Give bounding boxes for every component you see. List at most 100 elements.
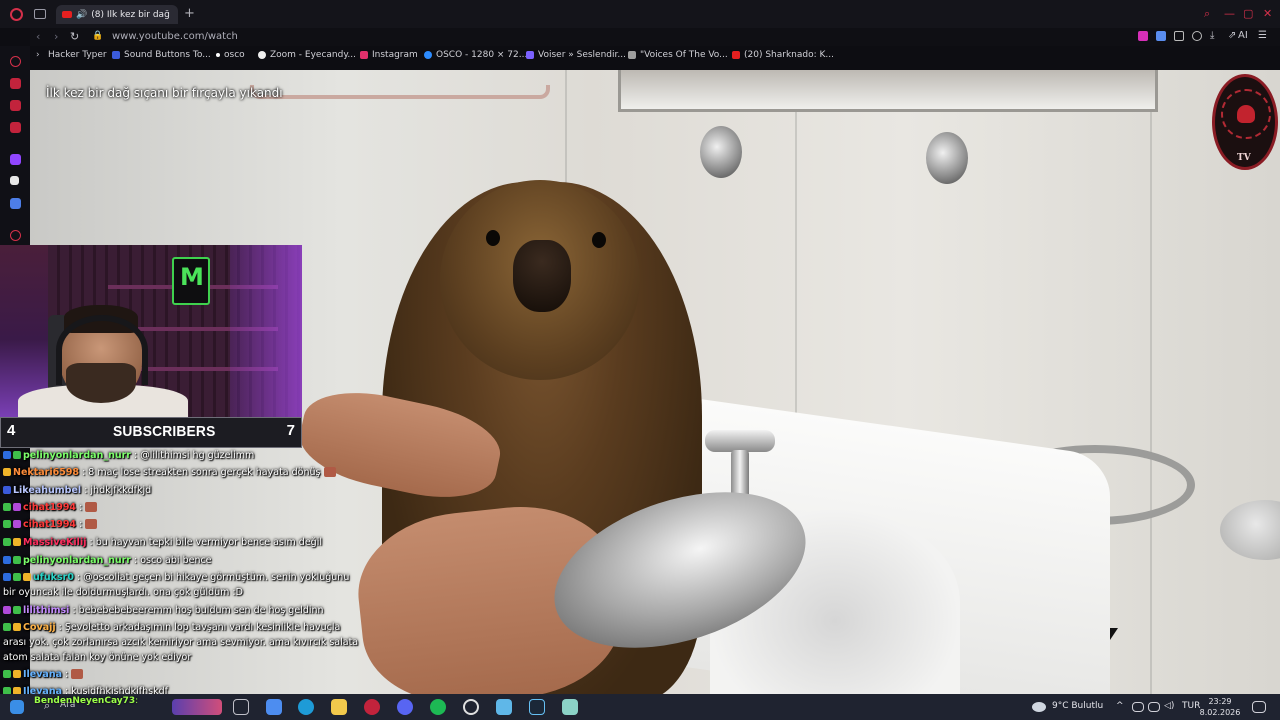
weather-cloud-icon[interactable] xyxy=(1032,702,1046,712)
aria-icon[interactable]: ⇗ xyxy=(1228,30,1236,41)
url-field[interactable]: www.youtube.com/watch xyxy=(112,31,238,42)
browser-tab[interactable]: 🔊 (8) İlk kez bir dağ sıçan xyxy=(56,5,178,24)
bookmark-label: (20) Sharknado: K... xyxy=(744,50,834,60)
bookmark-item[interactable]: "Voices Of The Vo... xyxy=(628,50,728,60)
chat-text: : jhdkjfkkdfkjd xyxy=(84,485,152,496)
sidebar-refresh-icon[interactable] xyxy=(10,56,21,67)
tab-bar: 🔊 (8) İlk kez bir dağ sıçan + ⌕ — ▢ ✕ xyxy=(0,0,1280,28)
maximize-button[interactable]: ▢ xyxy=(1243,7,1253,20)
wall-knob xyxy=(926,132,968,184)
screen: 🔊 (8) İlk kez bir dağ sıçan + ⌕ — ▢ ✕ ‹ … xyxy=(0,0,1280,720)
chat-text: : bebebebebeeremm hoş buldum sen de hoş … xyxy=(72,605,324,616)
bookmark-item[interactable]: Voiser » Seslendir... xyxy=(526,50,626,60)
bookmark-item[interactable]: Zoom - Eyecandy... xyxy=(258,50,356,60)
bookmark-item[interactable]: osco xyxy=(216,50,245,60)
bookmark-label: OSCO - 1280 × 72... xyxy=(436,50,528,60)
bookmark-label: osco xyxy=(224,50,245,60)
bookmarks-bar: › Hacker Typer Sound Buttons To... osco … xyxy=(30,50,1280,68)
chat-username: Ilevana xyxy=(23,669,63,680)
volume-icon[interactable]: ◁) xyxy=(1164,701,1174,711)
purple-light xyxy=(230,245,302,417)
chat-text: : 8 maç lose streakten sonra gerçek haya… xyxy=(82,467,321,478)
spotify-icon[interactable] xyxy=(430,699,446,715)
search-tabs-icon[interactable]: ⌕ xyxy=(1204,7,1210,21)
bookmark-item[interactable]: (20) Sharknado: K... xyxy=(732,50,834,60)
tab-overview-icon[interactable] xyxy=(34,9,46,19)
chat-message: Nektari6598 : 8 maç lose streakten sonra… xyxy=(3,465,363,480)
chat-username: ufuksr0 xyxy=(33,572,74,583)
close-button[interactable]: ✕ xyxy=(1263,7,1272,20)
subscribers-left-count: 4 xyxy=(7,422,16,439)
opera-taskbar-icon[interactable] xyxy=(364,699,380,715)
sidebar-mail-icon[interactable] xyxy=(10,122,21,133)
opera-logo-icon[interactable] xyxy=(10,8,23,21)
chat-username: Covajj xyxy=(23,622,56,633)
profile-icon[interactable] xyxy=(1192,31,1202,41)
task-view-icon[interactable] xyxy=(233,699,249,715)
extension-icon[interactable] xyxy=(1138,31,1148,41)
youtube-icon xyxy=(62,11,72,18)
chat-username: MassiveKilij xyxy=(23,537,87,548)
bookmark-item[interactable]: OSCO - 1280 × 72... xyxy=(424,50,527,60)
chat-text: : xyxy=(65,669,69,680)
mirror xyxy=(618,70,1158,112)
bookmark-item[interactable]: Instagram xyxy=(360,50,418,60)
speaker-icon[interactable]: 🔊 xyxy=(76,10,87,20)
tray-app-icon[interactable] xyxy=(1132,702,1144,712)
channel-watermark[interactable]: TV xyxy=(1212,74,1278,170)
edge-icon[interactable] xyxy=(298,699,314,715)
menu-icon[interactable]: ☰ xyxy=(1258,30,1267,41)
aria-label[interactable]: AI xyxy=(1238,30,1248,41)
app-icon[interactable] xyxy=(496,699,512,715)
windows-taskbar: ⌕ Ara BendenNeyenCay73: 9°C Bulutlu ^ ◁)… xyxy=(0,694,1280,720)
app-icon[interactable] xyxy=(562,699,578,715)
chat-username: lilithimsi xyxy=(23,605,70,616)
sidebar-messenger-icon[interactable] xyxy=(10,100,21,111)
discord-icon[interactable] xyxy=(397,699,413,715)
obs-icon[interactable] xyxy=(463,699,479,715)
clock[interactable]: 23:29 8.02.2026 xyxy=(1198,696,1242,718)
chat-message: cihat1994 : xyxy=(3,517,363,532)
sidebar-x-icon[interactable] xyxy=(10,176,19,185)
weather-text[interactable]: 9°C Bulutlu xyxy=(1052,701,1103,711)
search-highlight-icon[interactable] xyxy=(172,699,222,715)
address-bar: ‹ › ↻ 🔒 www.youtube.com/watch ⤓ ⇗ AI ☰ xyxy=(30,28,1280,46)
headphones-icon xyxy=(56,315,148,385)
sidebar-twitch-icon[interactable] xyxy=(10,154,21,165)
chat-message: Ilevana : kusjdfhkjshdkjfhskdf xyxy=(3,684,363,694)
chat-message: Covajj : Şevoletto arkadaşımın lop tavşa… xyxy=(3,620,363,665)
sidebar-app-icon[interactable] xyxy=(10,198,21,209)
mouse-cursor-icon xyxy=(1110,628,1118,640)
notification-icon[interactable] xyxy=(1252,701,1266,713)
chat-username: Ilevana xyxy=(23,686,63,694)
download-icon[interactable]: ⤓ xyxy=(1210,30,1214,41)
bookmark-item[interactable]: Sound Buttons To... xyxy=(112,50,211,60)
chat-overlay: pelinyonlardan_nurr : @lilithimsi hg güz… xyxy=(0,448,370,694)
emote-icon xyxy=(323,467,336,477)
steam-icon[interactable] xyxy=(529,699,545,715)
tray-chevron-icon[interactable]: ^ xyxy=(1116,701,1124,711)
bookmark-item[interactable]: Hacker Typer xyxy=(48,50,107,60)
bookmark-label: Instagram xyxy=(372,50,418,60)
new-tab-button[interactable]: + xyxy=(184,6,195,21)
start-icon[interactable] xyxy=(10,700,24,714)
sidebar-bag-icon[interactable] xyxy=(10,78,21,89)
back-icon[interactable]: ‹ xyxy=(36,30,40,43)
file-explorer-icon[interactable] xyxy=(331,699,347,715)
bookmark-icon xyxy=(628,51,636,59)
sidebar-player-icon[interactable] xyxy=(10,230,21,241)
chat-message: Ilevana : xyxy=(3,667,363,682)
minimize-button[interactable]: — xyxy=(1224,7,1235,20)
spider-icon xyxy=(1237,105,1255,123)
forward-icon[interactable]: › xyxy=(54,30,58,43)
bookmark-label: "Voices Of The Vo... xyxy=(640,50,728,60)
emote-icon xyxy=(71,669,84,679)
extension-icon[interactable] xyxy=(1156,31,1166,41)
network-icon[interactable] xyxy=(1148,702,1160,712)
extensions-puzzle-icon[interactable] xyxy=(1174,31,1184,41)
emote-icon xyxy=(85,502,98,512)
bookmarks-chevron-icon[interactable]: › xyxy=(36,50,40,60)
chat-message: pelinyonlardan_nurr : @lilithimsi hg güz… xyxy=(3,448,363,463)
reload-icon[interactable]: ↻ xyxy=(70,30,79,43)
app-icon[interactable] xyxy=(266,699,282,715)
